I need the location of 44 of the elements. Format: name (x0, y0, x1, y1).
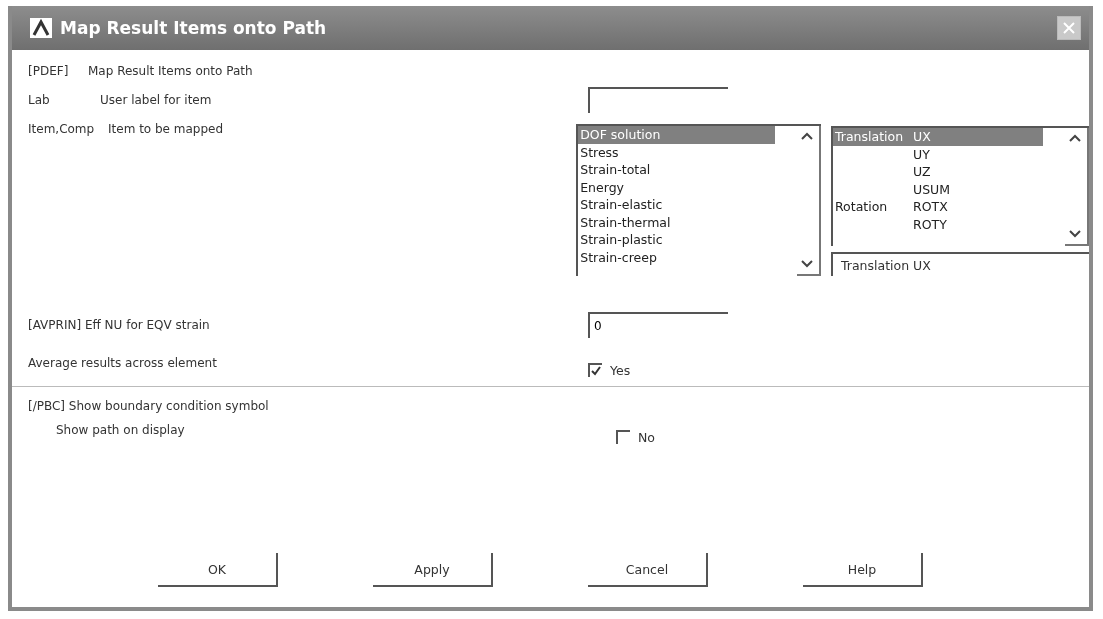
checkbox-label: Yes (610, 362, 631, 378)
list-item[interactable]: Energy (578, 178, 797, 196)
component-list[interactable]: Translation UX UY UZ USUM Rotation ROTX ROTY (831, 126, 1089, 246)
list-item[interactable]: Strain-elastic (578, 196, 797, 214)
list-item[interactable]: Strain-plastic (578, 231, 797, 249)
field-code: Lab (28, 93, 51, 107)
dialog-button[interactable]: OK (158, 553, 278, 587)
dialog-heading: Map Result Items onto Path (88, 64, 253, 78)
scroll-up-icon[interactable] (799, 130, 815, 142)
component-field[interactable]: Translation UX (831, 252, 1089, 276)
command-code: [PDEF] (28, 64, 70, 78)
list-item[interactable]: DOF solution (578, 126, 775, 144)
list-item[interactable]: UY (833, 145, 1065, 163)
list-item[interactable]: Strain-creep (578, 248, 797, 266)
list-item[interactable]: Strain-thermal (578, 213, 797, 231)
scroll-down-icon[interactable] (1067, 228, 1083, 240)
checkbox-label: No (638, 429, 655, 445)
app-logo-icon (30, 18, 52, 38)
list-item[interactable]: Rotation ROTX (833, 198, 1065, 216)
scrollbar[interactable] (797, 126, 821, 276)
field-label: Average results across element (28, 356, 217, 370)
dialog-button[interactable]: Apply (373, 553, 493, 587)
field-code: Item,Comp (28, 122, 96, 136)
dialog-button[interactable]: Cancel (588, 553, 708, 587)
dialog-button[interactable]: Help (803, 553, 923, 587)
scrollbar[interactable] (1065, 128, 1089, 246)
scroll-down-icon[interactable] (799, 258, 815, 270)
list-item[interactable]: Stress (578, 143, 797, 161)
section-heading: [/PBC] Show boundary condition symbol (28, 399, 269, 413)
checkbox[interactable] (616, 430, 630, 444)
value-input-field[interactable]: 0 (588, 312, 728, 338)
field-label: Show path on display (56, 423, 185, 437)
list-item[interactable]: Translation UX (833, 128, 1043, 146)
list-item[interactable]: Strain-total (578, 161, 797, 179)
list-item[interactable]: USUM (833, 180, 1065, 198)
scroll-up-icon[interactable] (1067, 132, 1083, 144)
window-title: Map Result Items onto Path (60, 18, 328, 38)
list-item[interactable]: ROTY (833, 215, 1065, 233)
list-item[interactable]: UZ (833, 163, 1065, 181)
checkbox[interactable] (588, 363, 602, 377)
item-list[interactable]: DOF solution Stress Strain-total Energy Strain-elastic Strain-thermal Strain-plastic Strain-creep (576, 124, 821, 276)
field-label: [AVPRIN] Eff NU for EQV strain (28, 318, 210, 332)
field-label: Item to be mapped (108, 122, 224, 136)
field-label: User label for item (100, 93, 212, 107)
